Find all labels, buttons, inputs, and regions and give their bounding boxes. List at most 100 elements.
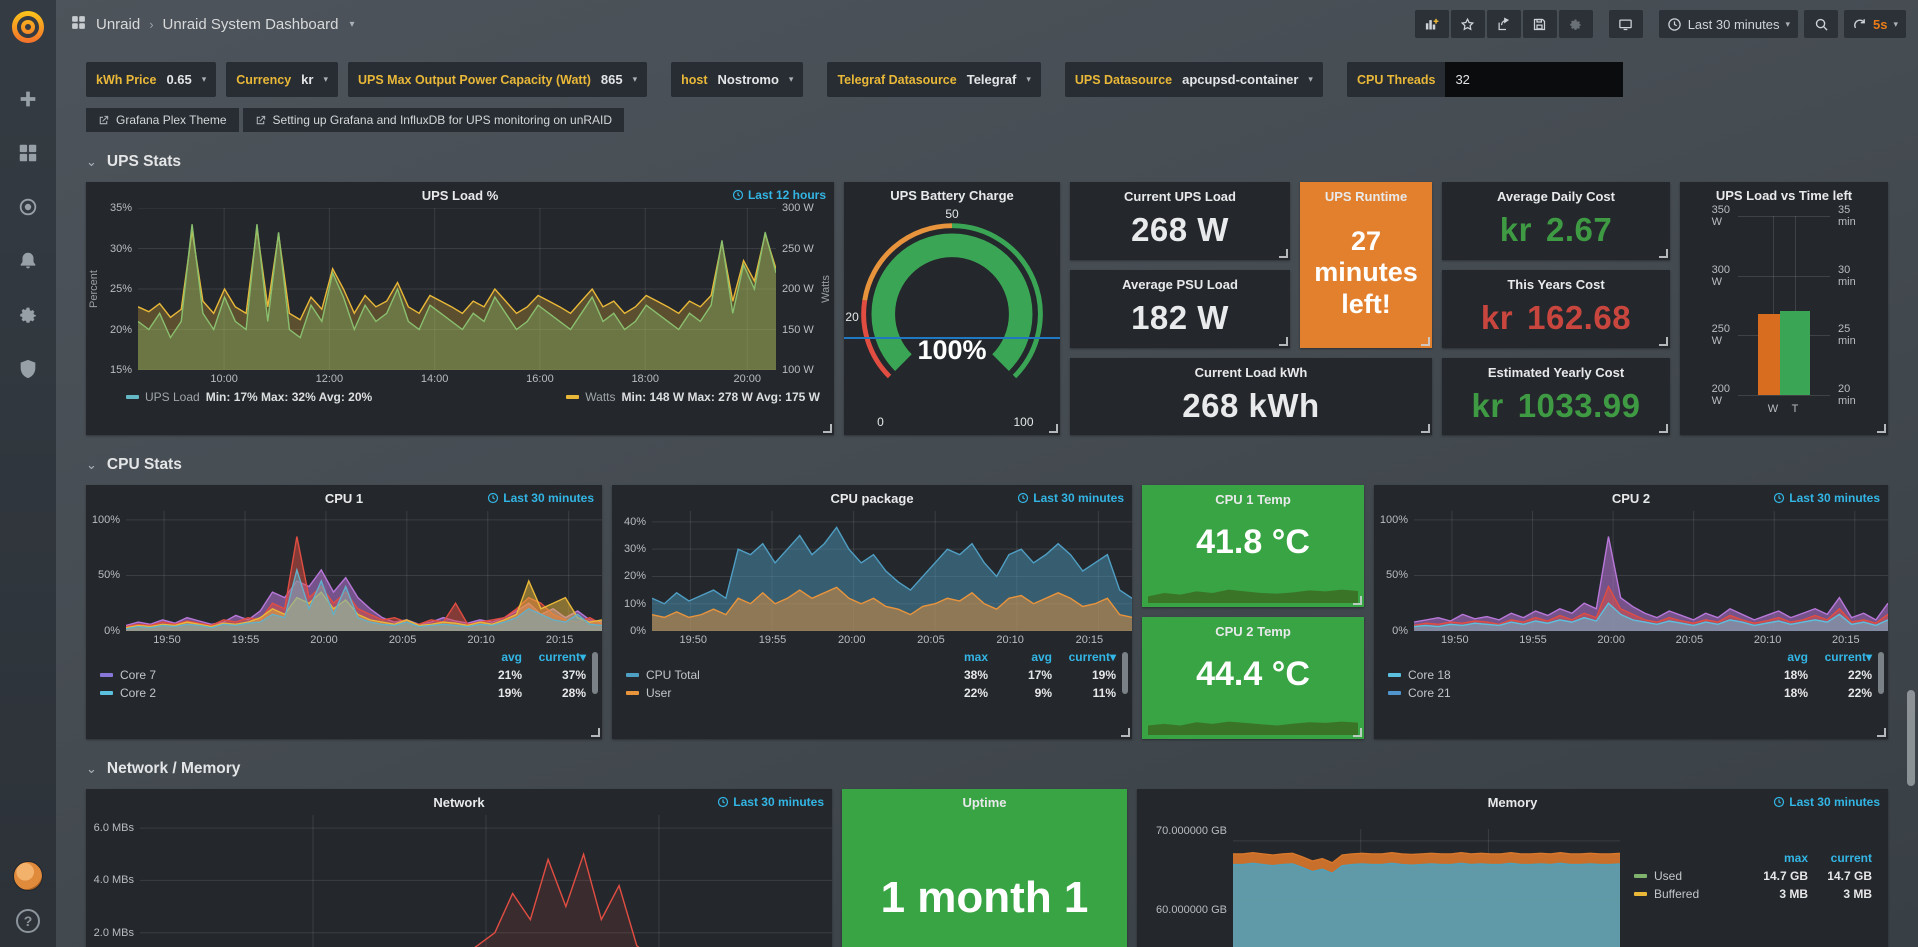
grafana-logo-icon[interactable] (9, 8, 47, 46)
legend-column-header[interactable]: avg (988, 650, 1052, 664)
panel-title[interactable]: Memory (1488, 795, 1538, 810)
panel-time-override[interactable]: Last 30 minutes (1017, 491, 1124, 505)
legend-series-label[interactable]: Core 2 (100, 686, 458, 700)
legend-series-label[interactable]: Core 21 (1388, 686, 1744, 700)
shield-icon[interactable] (15, 356, 41, 382)
cpu-package-chart[interactable] (652, 511, 1132, 631)
panel-estimated-yearly-cost: Estimated Yearly Cost kr1033.99 (1442, 358, 1670, 435)
legend-column-header[interactable]: current (1808, 851, 1872, 865)
page-scrollbar[interactable] (1907, 690, 1915, 786)
dashboard-settings-button[interactable] (1559, 10, 1593, 38)
panel-title[interactable]: CPU 2 Temp (1215, 624, 1291, 639)
cpu2-chart[interactable] (1414, 511, 1888, 631)
memory-chart[interactable] (1233, 829, 1620, 947)
add-icon[interactable] (15, 86, 41, 112)
variable-currency[interactable]: Currencykr▾ (226, 62, 338, 97)
legend-column-header[interactable]: current▾ (1052, 650, 1116, 664)
alerting-bell-icon[interactable] (15, 248, 41, 274)
legend-scrollbar[interactable] (592, 652, 598, 694)
panel-time-override[interactable]: Last 30 minutes (1773, 795, 1880, 809)
legend-series-label[interactable]: Core 18 (1388, 668, 1744, 682)
panel-title[interactable]: UPS Battery Charge (890, 188, 1014, 203)
panel-title[interactable]: Average Daily Cost (1497, 189, 1615, 204)
battery-gauge-chart[interactable]: 100% 02050100 (844, 208, 1060, 435)
panel-title[interactable]: CPU 1 (325, 491, 363, 506)
ups-vs-time-bar-chart[interactable]: 350 W300 W250 W200 W35 min30 min25 min20… (1738, 216, 1830, 395)
panel-title[interactable]: Current Load kWh (1195, 365, 1308, 380)
link-ups-monitoring-guide[interactable]: Setting up Grafana and InfluxDB for UPS … (243, 108, 625, 132)
legend-series-label[interactable]: Core 7 (100, 668, 458, 682)
row-header-network-memory[interactable]: ⌄ Network / Memory (86, 756, 1888, 782)
legend-series-label[interactable]: User (626, 686, 924, 700)
temp-sparkline (1148, 587, 1358, 603)
legend-column-header[interactable]: max (924, 650, 988, 664)
variable-kwh-price[interactable]: kWh Price0.65▾ (86, 62, 216, 97)
panel-title[interactable]: CPU 2 (1612, 491, 1650, 506)
zoom-out-button[interactable] (1804, 10, 1838, 38)
help-icon[interactable]: ? (16, 909, 40, 933)
link-grafana-plex-theme[interactable]: Grafana Plex Theme (86, 108, 239, 132)
ups-load-chart[interactable] (138, 208, 776, 370)
panel-title[interactable]: Uptime (962, 795, 1006, 810)
tv-mode-button[interactable] (1609, 10, 1643, 38)
star-button[interactable] (1451, 10, 1485, 38)
legend-series-label[interactable]: Buffered (1634, 887, 1744, 901)
panel-time-override[interactable]: Last 30 minutes (1773, 491, 1880, 505)
network-chart[interactable] (140, 815, 832, 947)
panel-title[interactable]: CPU 1 Temp (1215, 492, 1291, 507)
cpu-threads-input[interactable] (1445, 62, 1623, 97)
panel-title[interactable]: Estimated Yearly Cost (1488, 365, 1624, 380)
add-panel-button[interactable] (1415, 10, 1449, 38)
panel-title[interactable]: UPS Load % (422, 188, 499, 203)
legend-column-header[interactable]: current▾ (522, 650, 586, 664)
row-title: Network / Memory (107, 760, 241, 778)
explore-icon[interactable] (15, 194, 41, 220)
save-button[interactable] (1523, 10, 1557, 38)
legend-column-header[interactable]: avg (458, 650, 522, 664)
panel-time-override[interactable]: Last 12 hours (732, 188, 826, 202)
panel-title[interactable]: CPU package (830, 491, 913, 506)
legend-item[interactable]: WattsMin: 148 W Max: 278 W Avg: 175 W (566, 390, 820, 404)
legend-column-header[interactable]: current▾ (1808, 650, 1872, 664)
user-avatar[interactable] (13, 861, 43, 891)
dashboard-caret-icon[interactable]: ▾ (349, 19, 354, 30)
panel-title[interactable]: UPS Load vs Time left (1716, 188, 1852, 203)
variable-ups-datasource[interactable]: UPS Datasourceapcupsd-container▾ (1065, 62, 1323, 97)
bar-T[interactable] (1780, 311, 1810, 395)
dashboards-icon[interactable] (15, 140, 41, 166)
panel-time-override[interactable]: Last 30 minutes (717, 795, 824, 809)
panel-title[interactable]: Current UPS Load (1124, 189, 1236, 204)
panel-title[interactable]: UPS Runtime (1325, 189, 1407, 204)
link-label: Grafana Plex Theme (116, 113, 227, 127)
variable-host[interactable]: hostNostromo▾ (671, 62, 803, 97)
dashboard-title[interactable]: Unraid System Dashboard (163, 16, 339, 33)
panel-title[interactable]: Network (433, 795, 484, 810)
breadcrumb-app[interactable]: Unraid (96, 16, 140, 33)
legend-column-header[interactable]: max (1744, 851, 1808, 865)
time-range-picker[interactable]: Last 30 minutes ▾ (1659, 10, 1798, 38)
legend-value: 21% (458, 668, 522, 682)
legend-scrollbar[interactable] (1878, 652, 1884, 694)
apps-grid-icon[interactable] (70, 14, 87, 35)
row-header-ups-stats[interactable]: ⌄ UPS Stats (86, 149, 1888, 175)
axis-tick-label: 19:50 (680, 634, 708, 646)
panel-title[interactable]: This Years Cost (1507, 277, 1604, 292)
legend-item[interactable]: UPS LoadMin: 17% Max: 32% Avg: 20% (126, 390, 372, 404)
legend-scrollbar[interactable] (1122, 652, 1128, 694)
legend-series-label[interactable]: CPU Total (626, 668, 924, 682)
cpu-stats-row: CPU 1 Last 30 minutes 100%50%0% 19:5019:… (86, 485, 1888, 739)
variable-ups-max-power[interactable]: UPS Max Output Power Capacity (Watt)865▾ (348, 62, 647, 97)
legend-column-header[interactable]: avg (1744, 650, 1808, 664)
row-header-cpu-stats[interactable]: ⌄ CPU Stats (86, 452, 1888, 478)
axis-tick-label: 150 W (782, 324, 814, 336)
share-button[interactable] (1487, 10, 1521, 38)
variable-telegraf-datasource[interactable]: Telegraf DatasourceTelegraf▾ (827, 62, 1040, 97)
settings-gear-icon[interactable] (15, 302, 41, 328)
cpu1-chart[interactable] (126, 511, 602, 631)
axis-tick-label: 200 W (782, 283, 814, 295)
refresh-button[interactable]: 5s ▾ (1844, 10, 1906, 38)
stat-value: kr2.67 (1500, 208, 1612, 260)
panel-title[interactable]: Average PSU Load (1122, 277, 1238, 292)
legend-series-label[interactable]: Used (1634, 869, 1744, 883)
panel-time-override[interactable]: Last 30 minutes (487, 491, 594, 505)
